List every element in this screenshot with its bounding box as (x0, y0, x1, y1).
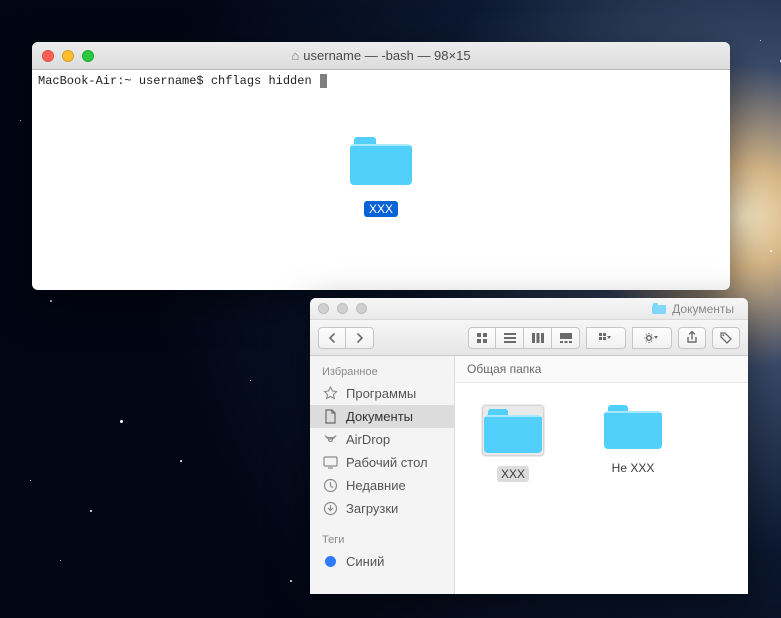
finder-title: Документы (652, 302, 734, 316)
chevron-left-icon (328, 333, 336, 343)
zoom-button[interactable] (356, 303, 367, 314)
finder-sidebar: Избранное Программы Документы AirDrop Ра… (310, 356, 455, 594)
folder-label: Не XXX (608, 460, 659, 476)
view-icons-button[interactable] (468, 327, 496, 349)
tag-icon (720, 332, 732, 344)
view-list-button[interactable] (496, 327, 524, 349)
sidebar-item-label: Рабочий стол (346, 455, 428, 470)
share-button[interactable] (678, 327, 706, 349)
action-group (632, 327, 672, 349)
sidebar-item-downloads[interactable]: Загрузки (310, 497, 454, 520)
sidebar-item-label: Недавние (346, 478, 406, 493)
clock-icon (322, 478, 338, 493)
folder-item-selected[interactable]: XXX (473, 405, 553, 482)
arrange-group (586, 327, 626, 349)
sidebar-tags-header: Теги (310, 532, 454, 550)
terminal-body[interactable]: MacBook-Air:~ username$ chflags hidden (32, 70, 730, 92)
tags-button[interactable] (712, 327, 740, 349)
window-controls (42, 50, 94, 62)
home-icon: ⌂ (291, 48, 299, 63)
columns-icon (532, 333, 544, 343)
terminal-cursor (320, 74, 327, 88)
sidebar-item-recent[interactable]: Недавние (310, 474, 454, 497)
window-controls (318, 303, 367, 314)
chevron-right-icon (356, 333, 364, 343)
sidebar-item-label: AirDrop (346, 432, 390, 447)
action-button[interactable] (632, 327, 672, 349)
tag-color-icon (322, 556, 338, 567)
document-icon (322, 409, 338, 424)
sidebar-favorites-header: Избранное (310, 364, 454, 382)
finder-toolbar (310, 320, 748, 356)
apps-icon (322, 386, 338, 401)
folder-label: XXX (497, 466, 529, 482)
view-gallery-button[interactable] (552, 327, 580, 349)
folder-item[interactable]: Не XXX (593, 405, 673, 476)
zoom-button[interactable] (82, 50, 94, 62)
finder-body: Избранное Программы Документы AirDrop Ра… (310, 356, 748, 594)
close-button[interactable] (318, 303, 329, 314)
terminal-command: chflags hidden (211, 74, 319, 88)
folder-icon (350, 137, 412, 185)
sidebar-item-apps[interactable]: Программы (310, 382, 454, 405)
grid-icon (476, 332, 488, 344)
gear-icon (644, 332, 660, 344)
minimize-button[interactable] (62, 50, 74, 62)
terminal-prompt: MacBook-Air:~ username$ (38, 74, 211, 88)
folder-icon (482, 405, 544, 456)
view-mode-buttons (468, 327, 580, 349)
download-icon (322, 501, 338, 516)
folder-icon (652, 303, 666, 314)
finder-window: Документы (310, 298, 748, 594)
close-button[interactable] (42, 50, 54, 62)
view-columns-button[interactable] (524, 327, 552, 349)
finder-titlebar[interactable]: Документы (310, 298, 748, 320)
sidebar-tag-label: Синий (346, 554, 384, 569)
sidebar-item-airdrop[interactable]: AirDrop (310, 428, 454, 451)
terminal-titlebar[interactable]: ⌂ username — -bash — 98×15 (32, 42, 730, 70)
desktop-icon (322, 456, 338, 469)
terminal-title: ⌂ username — -bash — 98×15 (32, 48, 730, 63)
sidebar-tag-blue[interactable]: Синий (310, 550, 454, 573)
icon-grid[interactable]: XXX Не XXX (455, 383, 748, 594)
dragged-folder[interactable]: XXX (350, 137, 412, 217)
arrange-button[interactable] (586, 327, 626, 349)
minimize-button[interactable] (337, 303, 348, 314)
list-icon (504, 333, 516, 343)
terminal-window: ⌂ username — -bash — 98×15 MacBook-Air:~ … (32, 42, 730, 290)
finder-title-text: Документы (672, 302, 734, 316)
airdrop-icon (322, 432, 338, 447)
nav-buttons (318, 327, 374, 349)
sidebar-item-label: Документы (346, 409, 413, 424)
terminal-title-text: username — -bash — 98×15 (303, 48, 470, 63)
share-icon (686, 331, 698, 344)
gallery-icon (560, 333, 572, 343)
back-button[interactable] (318, 327, 346, 349)
path-header: Общая папка (455, 356, 748, 383)
dragged-folder-label: XXX (364, 201, 398, 217)
sidebar-item-documents[interactable]: Документы (310, 405, 454, 428)
arrange-icon (599, 333, 613, 343)
sidebar-item-label: Загрузки (346, 501, 398, 516)
folder-icon (604, 405, 662, 450)
sidebar-item-label: Программы (346, 386, 416, 401)
finder-content: Общая папка XXX Не XXX (455, 356, 748, 594)
forward-button[interactable] (346, 327, 374, 349)
sidebar-item-desktop[interactable]: Рабочий стол (310, 451, 454, 474)
